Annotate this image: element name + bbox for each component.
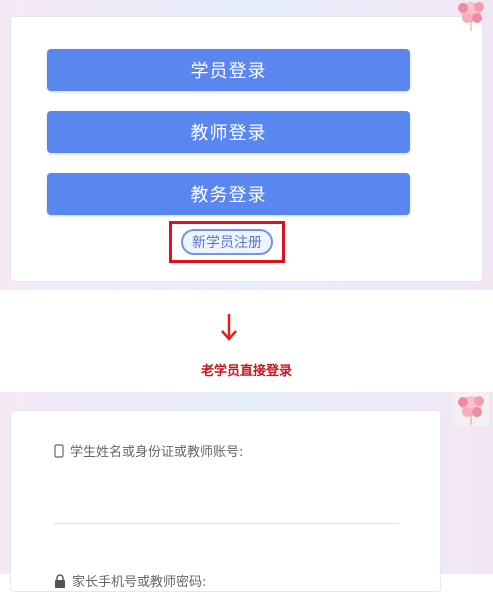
login-options-card: 学员登录 教师登录 教务登录 新学员注册 — [10, 16, 483, 282]
account-label-text: 学生姓名或身份证或教师账号: — [70, 445, 244, 460]
login-form-card: 学生姓名或身份证或教师账号: 家长手机号或教师密码: — [10, 410, 441, 592]
new-student-register-button[interactable]: 新学员注册 — [181, 229, 273, 255]
phone-icon — [54, 443, 64, 458]
flower-decoration-icon — [458, 2, 484, 31]
account-field-label: 学生姓名或身份证或教师账号: — [54, 441, 243, 460]
login-form-panel: 学生姓名或身份证或教师账号: 家长手机号或教师密码: — [0, 392, 493, 592]
lock-icon — [55, 573, 65, 588]
student-login-button[interactable]: 学员登录 — [47, 49, 410, 91]
teacher-login-button[interactable]: 教师登录 — [47, 111, 410, 153]
returning-student-caption: 老学员直接登录 — [200, 364, 292, 379]
arrow-down-icon — [221, 314, 237, 341]
login-options-panel: 学员登录 教师登录 教务登录 新学员注册 — [0, 0, 493, 290]
account-input[interactable] — [54, 523, 399, 524]
register-highlight-box: 新学员注册 — [169, 221, 285, 263]
flower-decoration-icon — [453, 392, 489, 426]
admin-login-button[interactable]: 教务登录 — [47, 173, 410, 215]
